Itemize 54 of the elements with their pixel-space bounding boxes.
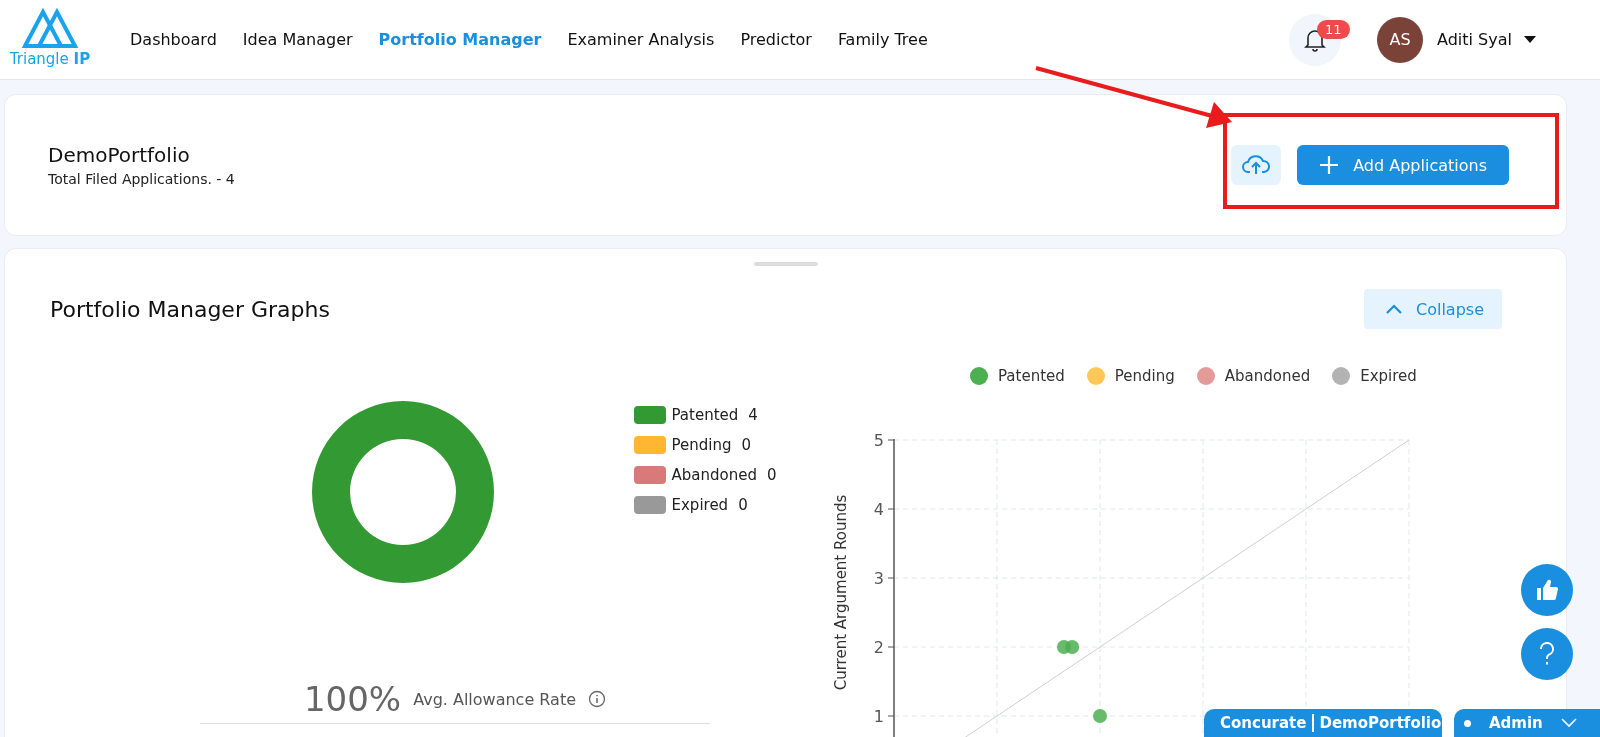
- user-name[interactable]: Aditi Syal: [1437, 30, 1512, 49]
- legend-label[interactable]: Abandoned: [1224, 367, 1311, 385]
- project-name: DemoPortfolio: [1312, 714, 1442, 732]
- legend-count: 4: [748, 406, 758, 424]
- y-tick-label: 4: [873, 500, 884, 519]
- nav-tab[interactable]: Predictor: [740, 30, 812, 49]
- chevron-down-icon: [1560, 718, 1577, 728]
- portfolio-name: DemoPortfolio: [48, 143, 191, 167]
- upload-button[interactable]: [1231, 145, 1282, 185]
- nav-tab[interactable]: Family Tree: [837, 30, 928, 49]
- legend-label: Abandoned: [671, 466, 757, 484]
- nav-tab[interactable]: Dashboard: [130, 30, 217, 49]
- question-mark-icon: [1539, 642, 1555, 666]
- legend-label: Expired: [671, 496, 729, 514]
- legend-count: 0: [741, 436, 751, 454]
- y-tick-label: 3: [873, 569, 884, 588]
- y-tick-label: 2: [873, 638, 884, 657]
- user-avatar[interactable]: AS: [1377, 16, 1424, 63]
- notification-count: 11: [1317, 19, 1350, 39]
- stat-value: 100%: [303, 679, 402, 719]
- portfolio-subtitle: Total Filed Applications. - 4: [48, 171, 235, 187]
- drag-handle[interactable]: [753, 262, 818, 266]
- stat-label: Avg. Allowance Rate: [413, 689, 577, 709]
- graphs-title: Portfolio Manager Graphs: [50, 296, 330, 322]
- bell-icon: [1304, 27, 1327, 52]
- info-icon[interactable]: [588, 690, 607, 708]
- legend-label: Patented: [671, 406, 739, 424]
- legend-count: 0: [738, 496, 748, 514]
- legend-label[interactable]: Pending: [1114, 367, 1175, 385]
- legend-count: 0: [766, 466, 777, 484]
- y-axis-title: Current Argument Rounds: [832, 494, 850, 691]
- tab-label: Concurate: [1220, 714, 1307, 732]
- thumbs-up-icon: [1535, 578, 1559, 602]
- tab-label: Admin: [1489, 714, 1543, 732]
- logo-text: Triangle IP: [9, 49, 91, 68]
- data-point[interactable]: [1065, 640, 1080, 654]
- legend-dot[interactable]: [1196, 367, 1215, 385]
- y-tick-label: 1: [873, 707, 884, 726]
- legend-label[interactable]: Patented: [998, 367, 1065, 385]
- legend-label[interactable]: Expired: [1360, 367, 1417, 385]
- status-dot-icon: [1464, 719, 1471, 727]
- caret-icon[interactable]: [1524, 35, 1536, 44]
- legend-dot[interactable]: [1086, 367, 1105, 385]
- legend-dot[interactable]: [1332, 367, 1351, 385]
- cloud-upload-icon: [1242, 154, 1271, 176]
- y-tick-label: 5: [873, 431, 884, 450]
- legend-dot[interactable]: [970, 367, 988, 385]
- data-point[interactable]: [1093, 709, 1107, 723]
- chevron-up-icon: [1386, 304, 1402, 314]
- nav-tab[interactable]: Examiner Analysis: [567, 30, 715, 49]
- legend-label: Pending: [671, 436, 732, 454]
- nav-tab[interactable]: Idea Manager: [242, 30, 353, 49]
- plus-icon: [1319, 155, 1340, 175]
- triangle-logo-icon: [21, 7, 79, 50]
